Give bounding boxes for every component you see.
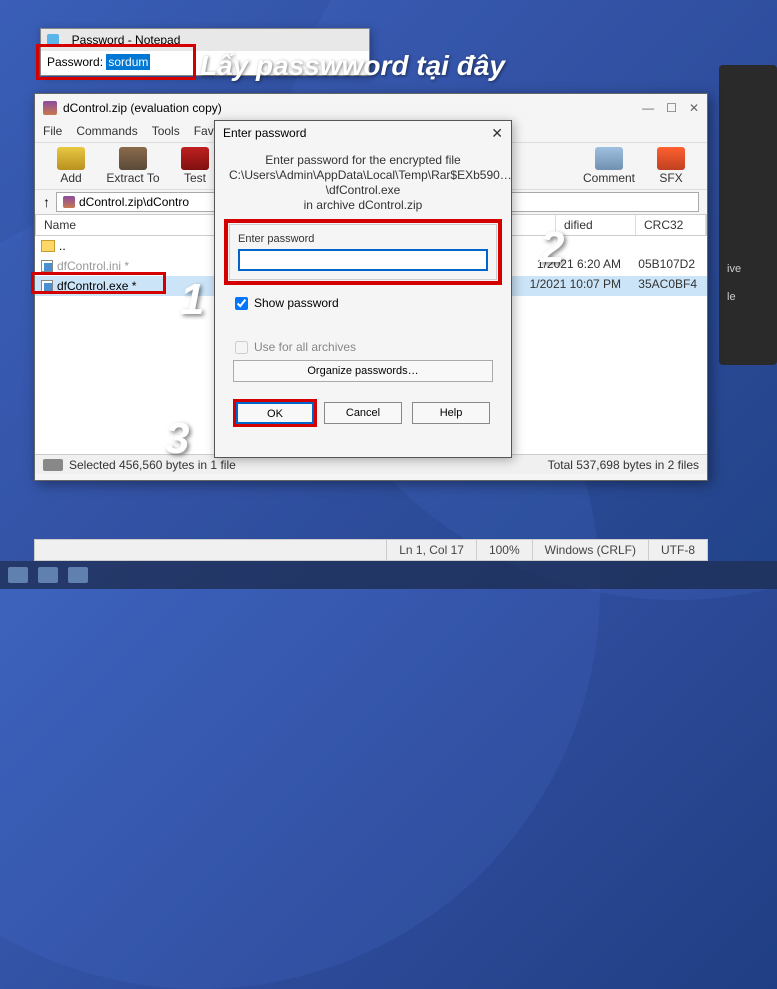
password-input[interactable]: [238, 249, 488, 271]
show-password-check[interactable]: [235, 297, 248, 310]
winrar-titlebar[interactable]: dControl.zip (evaluation copy) — ☐ ✕: [35, 94, 707, 122]
password-field-group: Enter password: [229, 224, 497, 280]
bg-text: le: [719, 283, 777, 311]
cursor-position: Ln 1, Col 17: [387, 540, 477, 560]
dialog-titlebar[interactable]: Enter password ✕: [215, 121, 511, 145]
notepad-icon: [47, 34, 59, 46]
marker-1: 1: [180, 275, 204, 325]
archive-icon: [63, 196, 75, 208]
taskbar[interactable]: [0, 561, 777, 589]
status-total: Total 537,698 bytes in 2 files: [548, 458, 699, 472]
password-label: Password:: [47, 55, 106, 69]
dialog-message: Enter password for the encrypted file C:…: [215, 145, 511, 221]
ok-button[interactable]: OK: [236, 402, 314, 424]
password-field-label: Enter password: [238, 233, 488, 245]
extract-button[interactable]: Extract To: [105, 147, 161, 185]
col-modified[interactable]: dified: [556, 215, 636, 235]
test-icon: [181, 147, 209, 170]
close-button[interactable]: ✕: [689, 101, 699, 115]
status-selected: Selected 456,560 bytes in 1 file: [69, 458, 236, 472]
zoom-level: 100%: [477, 540, 533, 560]
comment-icon: [595, 147, 623, 170]
col-crc[interactable]: CRC32: [636, 215, 706, 235]
password-value[interactable]: sordum: [106, 54, 150, 70]
line-ending: Windows (CRLF): [533, 540, 649, 560]
status-icon: [43, 459, 63, 471]
file-icon: [41, 260, 53, 272]
add-button[interactable]: Add: [43, 147, 99, 185]
dialog-buttons: OK Cancel Help: [229, 402, 497, 424]
encoding: UTF-8: [649, 540, 707, 560]
show-password-checkbox[interactable]: Show password: [235, 296, 491, 310]
organize-button[interactable]: Organize passwords…: [233, 360, 493, 382]
sfx-button[interactable]: SFX: [643, 147, 699, 185]
background-panel: ive le: [719, 65, 777, 365]
cancel-button[interactable]: Cancel: [324, 402, 402, 424]
use-all-checkbox[interactable]: Use for all archives: [235, 340, 491, 354]
password-dialog: Enter password ✕ Enter password for the …: [214, 120, 512, 458]
add-icon: [57, 147, 85, 170]
marker-3: 3: [165, 414, 189, 464]
crc-column: 05B107D2 35AC0BF4: [638, 254, 697, 294]
folder-icon: [41, 240, 55, 252]
exe-icon: [41, 280, 53, 292]
notepad-statusbar: Ln 1, Col 17 100% Windows (CRLF) UTF-8: [34, 539, 708, 561]
menu-tools[interactable]: Tools: [152, 124, 180, 140]
bg-text: ive: [719, 255, 777, 283]
taskbar-icon[interactable]: [38, 567, 58, 583]
winrar-icon: [43, 101, 57, 115]
use-all-check: [235, 341, 248, 354]
taskbar-icon[interactable]: [68, 567, 88, 583]
taskbar-icon[interactable]: [8, 567, 28, 583]
marker-2: 2: [540, 223, 564, 273]
minimize-button[interactable]: —: [642, 101, 654, 115]
help-button[interactable]: Help: [412, 402, 490, 424]
notepad-titlebar[interactable]: _Password - Notepad: [41, 29, 369, 51]
annotation-text: Lấy passwword tại đây: [200, 50, 505, 82]
sfx-icon: [657, 147, 685, 170]
dialog-close-button[interactable]: ✕: [491, 125, 503, 142]
menu-commands[interactable]: Commands: [76, 124, 137, 140]
maximize-button[interactable]: ☐: [666, 101, 677, 115]
path-text: dControl.zip\dContro: [79, 195, 189, 209]
up-button[interactable]: ↑: [43, 194, 50, 210]
menu-file[interactable]: File: [43, 124, 62, 140]
dialog-title: Enter password: [223, 126, 306, 140]
extract-icon: [119, 147, 147, 170]
comment-button[interactable]: Comment: [581, 147, 637, 185]
col-name[interactable]: Name: [36, 215, 216, 235]
notepad-title: _Password - Notepad: [65, 33, 180, 47]
winrar-title: dControl.zip (evaluation copy): [63, 101, 222, 115]
